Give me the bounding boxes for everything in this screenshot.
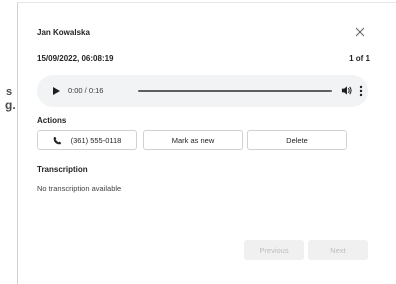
mark-as-new-button[interactable]: Mark as new <box>143 130 243 150</box>
play-icon[interactable] <box>51 86 61 96</box>
delete-button[interactable]: Delete <box>247 130 347 150</box>
more-vertical-icon[interactable] <box>358 85 364 97</box>
playback-time: 0:00 / 0:16 <box>68 86 104 95</box>
close-icon <box>355 27 365 37</box>
call-back-button[interactable]: (361) 555-0118 <box>37 130 137 150</box>
delete-label: Delete <box>286 135 308 145</box>
item-count: 1 of 1 <box>349 54 370 63</box>
previous-button[interactable]: Previous <box>244 240 304 260</box>
transcription-text: No transcription available <box>37 184 122 193</box>
voicemail-dialog: Jan Kowalska 15/09/2022, 06:08:19 1 of 1… <box>18 3 396 284</box>
mark-as-new-label: Mark as new <box>171 135 215 145</box>
volume-icon[interactable] <box>341 85 352 96</box>
actions-heading: Actions <box>37 116 67 125</box>
close-button[interactable] <box>353 25 367 39</box>
playback-progress-bar[interactable] <box>138 90 332 92</box>
previous-label: Previous <box>259 245 289 255</box>
transcription-heading: Transcription <box>37 165 88 174</box>
next-label: Next <box>330 245 346 255</box>
voicemail-date: 15/09/2022, 06:08:19 <box>37 54 114 63</box>
call-back-label: (361) 555-0118 <box>70 135 122 145</box>
audio-player: 0:00 / 0:16 <box>37 75 368 107</box>
dialog-title: Jan Kowalska <box>37 28 90 37</box>
phone-icon <box>53 136 62 145</box>
next-button[interactable]: Next <box>308 240 368 260</box>
